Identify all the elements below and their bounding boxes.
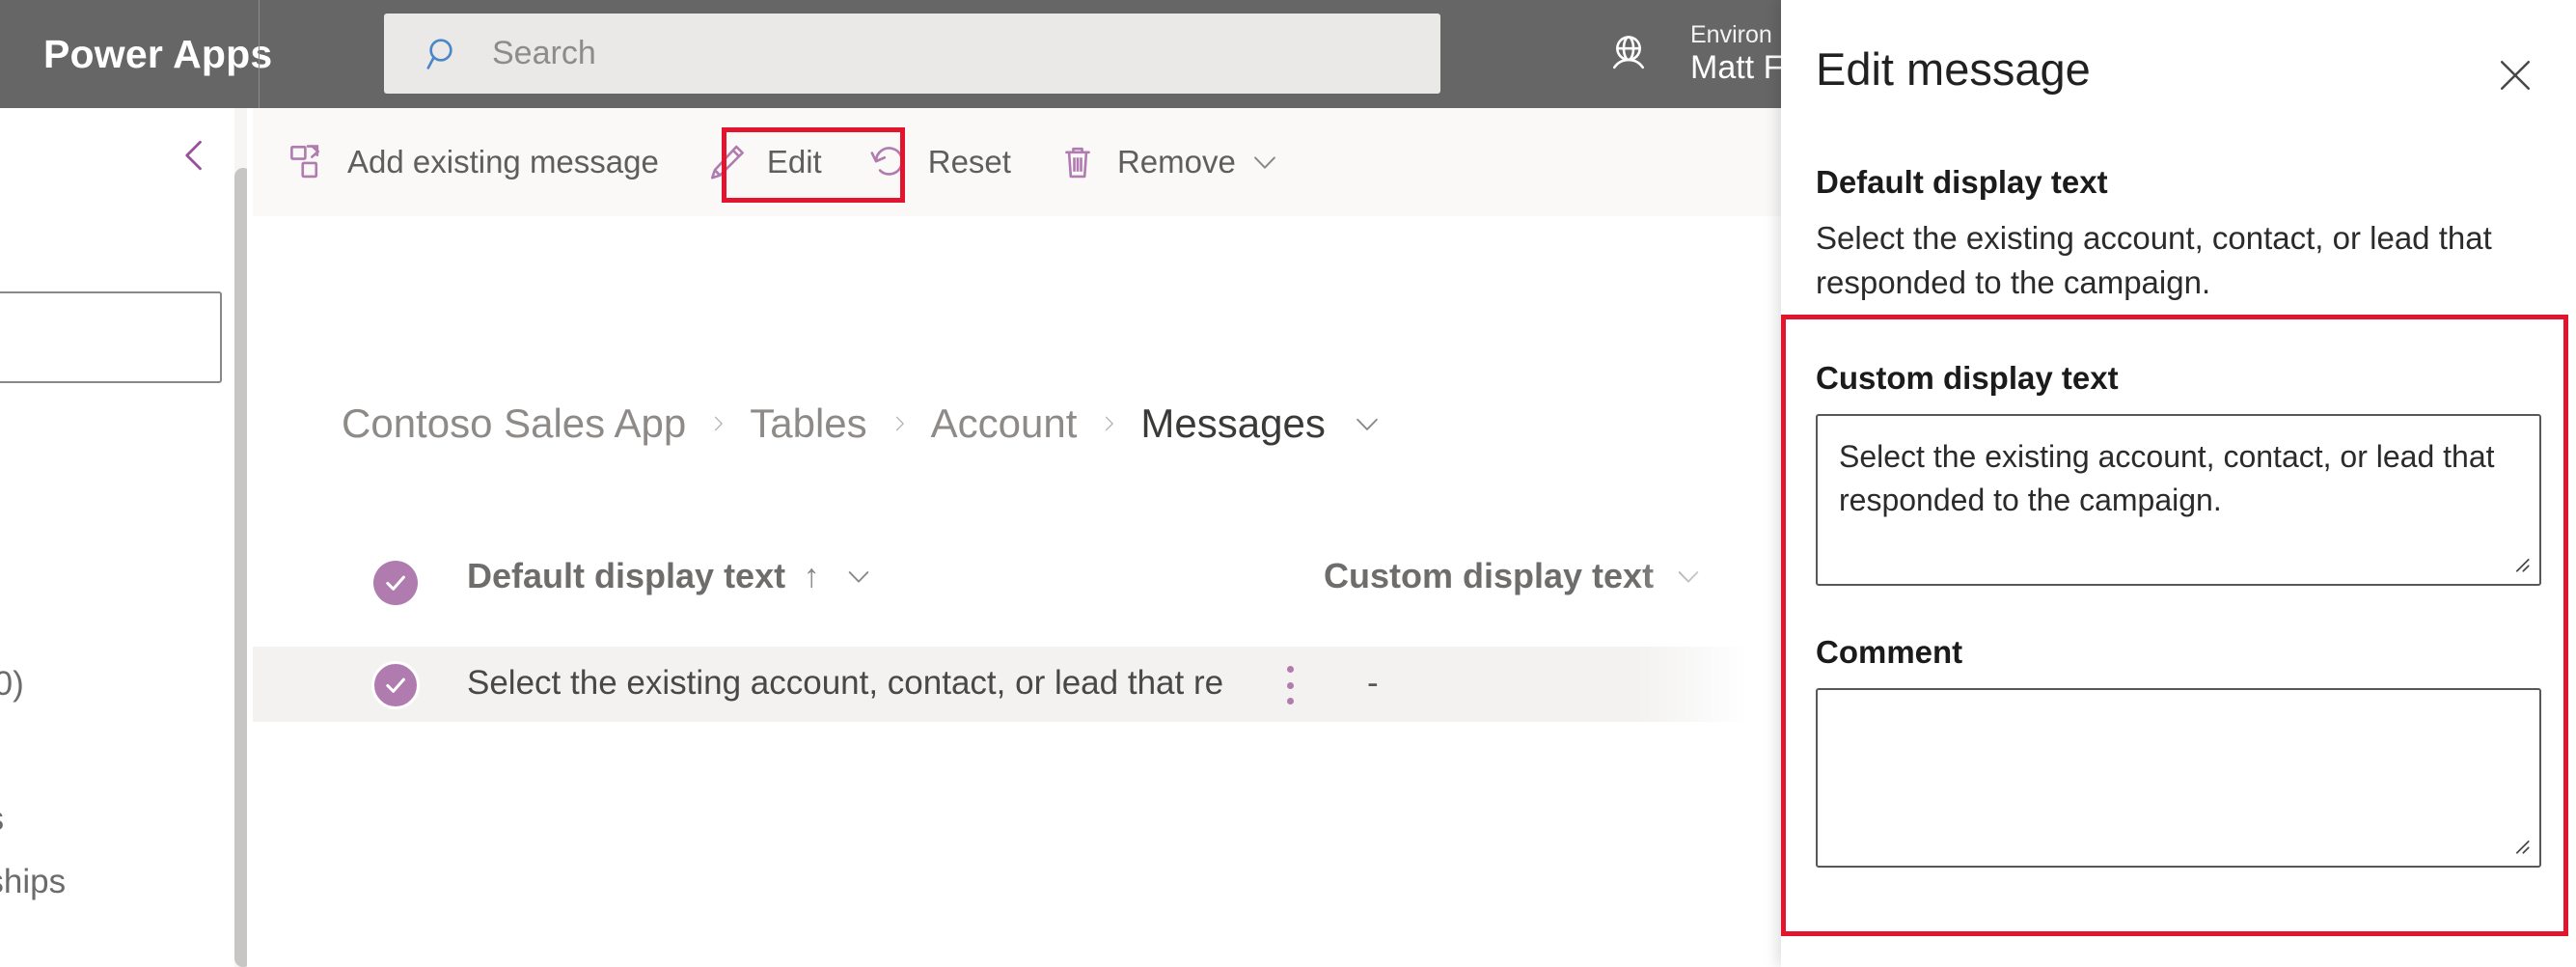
row-default-display-text: Select the existing account, contact, or…: [467, 664, 1239, 703]
more-vertical-icon[interactable]: [1274, 666, 1306, 705]
brand-divider: [259, 0, 260, 108]
breadcrumb-item-tables[interactable]: Tables: [750, 401, 866, 447]
search-input-placeholder[interactable]: Search: [492, 35, 596, 72]
default-display-text-value: Select the existing account, contact, or…: [1816, 216, 2530, 304]
main-content-area: Add existing message Edit: [253, 108, 1781, 967]
edit-label: Edit: [767, 144, 822, 180]
column-header-default-display-text[interactable]: Default display text ↑: [467, 556, 876, 596]
column-label: Default display text: [467, 556, 785, 596]
edit-button[interactable]: Edit: [686, 108, 841, 216]
sidebar-item-columns[interactable]: mns: [0, 800, 4, 839]
sidebar-collapse-button[interactable]: [172, 132, 218, 179]
reset-button[interactable]: Reset: [847, 108, 1030, 216]
sort-ascending-icon: ↑: [799, 558, 824, 594]
breadcrumb-separator-icon: [1098, 407, 1119, 440]
comment-field: Comment: [1781, 634, 2576, 868]
comment-input[interactable]: [1816, 688, 2541, 868]
add-existing-message-button[interactable]: Add existing message: [266, 108, 678, 216]
column-header-custom-display-text[interactable]: Custom display text: [1324, 556, 1706, 596]
panel-body: Default display text Select the existing…: [1781, 164, 2576, 868]
breadcrumb: Contoso Sales App Tables Account Message…: [342, 401, 1385, 447]
breadcrumb-item-account[interactable]: Account: [931, 401, 1078, 447]
remove-button[interactable]: Remove: [1036, 108, 1303, 216]
reset-icon: [866, 140, 911, 184]
comment-label: Comment: [1816, 634, 2576, 671]
add-existing-message-icon: [286, 140, 330, 184]
breadcrumb-separator-icon: [707, 407, 728, 440]
breadcrumb-separator-icon: [889, 407, 910, 440]
default-display-text-label: Default display text: [1816, 164, 2576, 201]
select-all-checkmark-circle-icon[interactable]: [373, 561, 418, 605]
panel-title: Edit message: [1816, 42, 2091, 96]
command-bar: Add existing message Edit: [253, 108, 1781, 216]
breadcrumb-item-messages[interactable]: Messages: [1140, 401, 1325, 447]
environment-text: Environ Matt F: [1690, 22, 1783, 86]
row-selected-checkmark-circle-icon[interactable]: [371, 661, 420, 709]
trash-icon: [1055, 140, 1100, 184]
column-chevron-down-icon[interactable]: [1671, 559, 1706, 594]
grid-header-row: Default display text ↑ Custom display te…: [253, 533, 1781, 633]
sidebar-search-input[interactable]: [0, 291, 222, 383]
edit-message-panel: Edit message Default display text Select…: [1781, 0, 2576, 967]
remove-label: Remove: [1117, 144, 1236, 180]
breadcrumb-chevron-down-icon[interactable]: [1349, 405, 1385, 442]
custom-display-text-label: Custom display text: [1816, 360, 2576, 397]
globe-icon: [1602, 27, 1656, 81]
power-apps-window: Power Apps Search Environ: [0, 0, 2576, 967]
column-chevron-down-icon[interactable]: [841, 559, 876, 594]
reset-label: Reset: [928, 144, 1011, 180]
left-sidebar: (0) mns tionships: [0, 108, 247, 967]
add-existing-message-label: Add existing message: [347, 144, 659, 180]
environment-label: Environ: [1690, 22, 1783, 47]
sidebar-item-relationships[interactable]: tionships: [0, 863, 66, 901]
close-icon[interactable]: [2490, 50, 2540, 100]
remove-chevron-down-icon[interactable]: [1246, 143, 1284, 181]
row-custom-display-text: -: [1367, 664, 1379, 703]
column-label: Custom display text: [1324, 556, 1654, 596]
environment-selector[interactable]: Environ Matt F: [1602, 8, 1783, 100]
default-display-text-field: Default display text Select the existing…: [1781, 164, 2576, 304]
environment-name: Matt F: [1690, 51, 1783, 86]
search-icon: [425, 35, 463, 73]
breadcrumb-item-app[interactable]: Contoso Sales App: [342, 401, 686, 447]
sidebar-scrollbar-thumb[interactable]: [234, 168, 247, 967]
table-row[interactable]: Select the existing account, contact, or…: [253, 647, 1781, 722]
global-search-box[interactable]: Search: [384, 14, 1440, 94]
custom-display-text-field: Custom display text: [1781, 360, 2576, 586]
sidebar-count-label: (0): [0, 665, 24, 704]
pencil-icon: [705, 140, 750, 184]
custom-display-text-input[interactable]: [1816, 414, 2541, 586]
brand-title[interactable]: Power Apps: [43, 32, 272, 77]
